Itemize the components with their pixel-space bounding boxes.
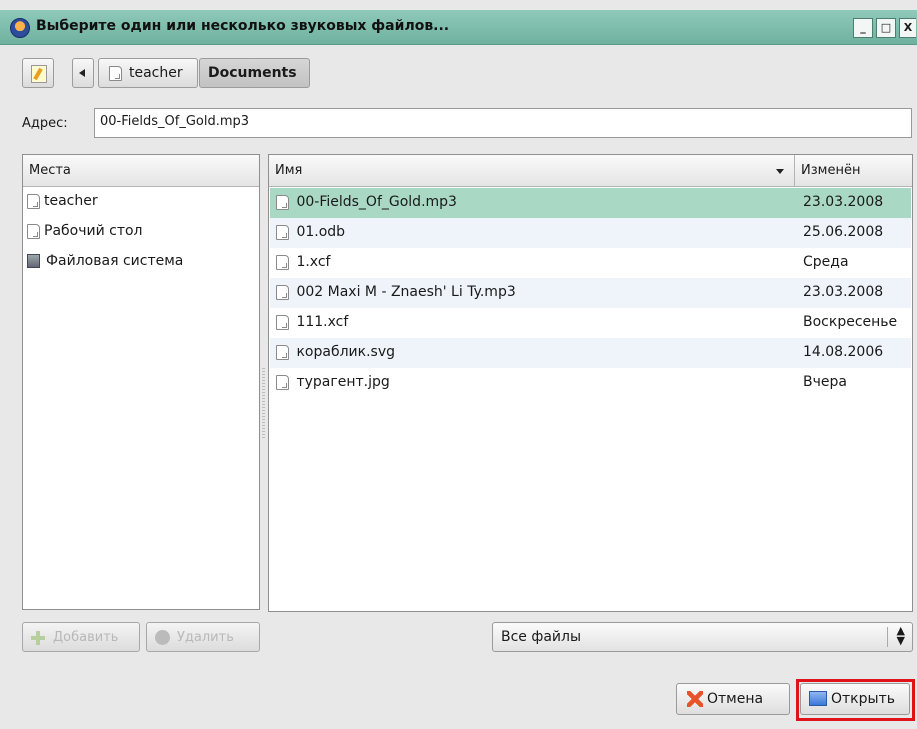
file-name: турагент.jpg xyxy=(296,374,390,390)
file-icon xyxy=(276,224,289,240)
places-header[interactable]: Места xyxy=(23,155,259,187)
remove-bookmark-button[interactable]: Удалить xyxy=(146,622,260,652)
title-bar[interactable]: Выберите один или несколько звуковых фай… xyxy=(0,10,917,45)
file-icon xyxy=(276,314,289,330)
file-date: 23.03.2008 xyxy=(803,284,884,300)
file-name: 111.xcf xyxy=(296,314,349,330)
file-date: 23.03.2008 xyxy=(803,194,884,210)
place-label: Рабочий стол xyxy=(44,223,143,239)
add-bookmark-button[interactable]: Добавить xyxy=(22,622,140,652)
file-date: 25.06.2008 xyxy=(803,224,884,240)
type-location-button[interactable] xyxy=(22,58,54,88)
headphones-icon xyxy=(10,18,30,38)
place-label: Файловая система xyxy=(46,253,184,269)
file-row[interactable]: 00-Fields_Of_Gold.mp3 23.03.2008 xyxy=(270,188,911,218)
places-pane: Места teacher Рабочий стол Файловая сист… xyxy=(22,154,260,610)
updown-arrows-icon: ▲ ▼ xyxy=(896,624,905,647)
place-item-teacher[interactable]: teacher xyxy=(27,193,98,221)
file-name: 00-Fields_Of_Gold.mp3 xyxy=(296,194,457,210)
file-row[interactable]: кораблик.svg 14.08.2006 xyxy=(270,338,911,368)
file-row[interactable]: 01.odb 25.06.2008 xyxy=(270,218,911,248)
breadcrumb-label: Documents xyxy=(208,65,297,81)
disk-icon xyxy=(27,254,40,268)
filter-separator xyxy=(887,627,888,647)
pane-resize-handle[interactable] xyxy=(262,368,265,438)
filter-selected: Все файлы xyxy=(501,629,582,645)
name-column-header[interactable]: Имя xyxy=(269,155,795,187)
chevron-left-icon xyxy=(79,69,85,77)
file-icon xyxy=(276,374,289,390)
cancel-icon xyxy=(687,691,703,707)
file-name: 1.xcf xyxy=(296,254,331,270)
file-row[interactable]: 002 Maxi M - Znaesh' Li Ty.mp3 23.03.200… xyxy=(270,278,911,308)
open-button-highlight xyxy=(796,679,915,721)
file-name: 01.odb xyxy=(296,224,346,240)
name-column-label: Имя xyxy=(275,163,303,178)
pencil-icon xyxy=(31,65,47,83)
add-label: Добавить xyxy=(53,630,119,645)
remove-icon xyxy=(155,630,170,645)
file-chooser-dialog: Выберите один или несколько звуковых фай… xyxy=(0,0,917,729)
cancel-button[interactable]: Отмена xyxy=(676,683,790,715)
file-row[interactable]: турагент.jpg Вчера xyxy=(270,368,911,398)
sort-down-icon xyxy=(776,169,784,174)
place-item-desktop[interactable]: Рабочий стол xyxy=(27,223,143,251)
close-button[interactable]: X xyxy=(899,18,916,38)
breadcrumb-documents[interactable]: Documents xyxy=(199,58,310,88)
file-row[interactable]: 111.xcf Воскресенье xyxy=(270,308,911,338)
file-date: Воскресенье xyxy=(803,314,898,330)
window-title: Выберите один или несколько звуковых фай… xyxy=(36,18,450,34)
remove-label: Удалить xyxy=(177,630,234,645)
breadcrumb-teacher[interactable]: teacher xyxy=(98,58,198,88)
path-back-button[interactable] xyxy=(72,58,94,88)
maximize-button[interactable]: □ xyxy=(876,18,896,38)
files-pane: Имя Изменён 00-Fields_Of_Gold.mp3 23.03.… xyxy=(268,154,913,612)
address-label: Адрес: xyxy=(22,116,68,131)
file-icon xyxy=(109,66,122,81)
file-icon xyxy=(276,344,289,360)
file-icon xyxy=(27,223,40,239)
plus-icon xyxy=(31,631,45,645)
breadcrumb-label: teacher xyxy=(129,65,183,81)
file-date: 14.08.2006 xyxy=(803,344,884,360)
cancel-label: Отмена xyxy=(707,691,764,707)
file-icon xyxy=(27,193,40,209)
file-date: Среда xyxy=(803,254,849,270)
file-name: кораблик.svg xyxy=(296,344,395,360)
file-icon xyxy=(276,194,289,210)
file-row[interactable]: 1.xcf Среда xyxy=(270,248,911,278)
place-label: teacher xyxy=(44,193,98,209)
file-icon xyxy=(276,254,289,270)
file-name: 002 Maxi M - Znaesh' Li Ty.mp3 xyxy=(296,284,516,300)
file-type-filter[interactable]: Все файлы ▲ ▼ xyxy=(492,622,913,652)
modified-column-header[interactable]: Изменён xyxy=(795,155,912,187)
place-item-filesystem[interactable]: Файловая система xyxy=(27,253,183,281)
minimize-button[interactable]: _ xyxy=(853,18,873,38)
file-date: Вчера xyxy=(803,374,847,390)
address-input[interactable]: 00-Fields_Of_Gold.mp3 xyxy=(94,108,912,138)
file-icon xyxy=(276,284,289,300)
